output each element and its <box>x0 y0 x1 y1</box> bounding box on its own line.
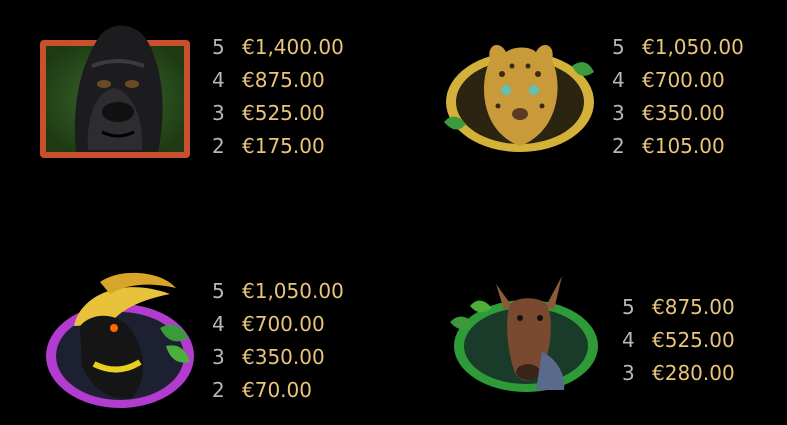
okapi-icon <box>446 266 606 396</box>
pay-row: 3 €350.00 <box>612 102 725 124</box>
pay-row: 4 €875.00 <box>212 69 325 91</box>
symbol-count: 3 <box>612 101 625 125</box>
pay-row: 4 €525.00 <box>622 329 735 351</box>
pay-row: 3 €280.00 <box>622 362 735 384</box>
hornbill-icon <box>40 266 200 416</box>
payout-amount: €70.00 <box>242 378 312 402</box>
symbol-count: 5 <box>622 295 635 319</box>
symbol-count: 2 <box>612 134 625 158</box>
symbol-count: 2 <box>212 378 225 402</box>
symbol-count: 4 <box>212 312 225 336</box>
payout-amount: €875.00 <box>242 68 325 92</box>
pay-row: 5 €1,050.00 <box>212 280 344 302</box>
payout-amount: €175.00 <box>242 134 325 158</box>
pay-row: 5 €1,050.00 <box>612 36 744 58</box>
payout-amount: €350.00 <box>642 101 725 125</box>
payout-amount: €525.00 <box>242 101 325 125</box>
symbol-count: 5 <box>612 35 625 59</box>
pay-row: 4 €700.00 <box>612 69 725 91</box>
payout-amount: €350.00 <box>242 345 325 369</box>
payout-amount: €105.00 <box>642 134 725 158</box>
symbol-count: 3 <box>212 345 225 369</box>
pay-row: 4 €700.00 <box>212 313 325 335</box>
symbol-count: 4 <box>612 68 625 92</box>
pay-row: 5 €875.00 <box>622 296 735 318</box>
symbol-count: 5 <box>212 279 225 303</box>
symbol-count: 4 <box>212 68 225 92</box>
gorilla-icon <box>36 12 194 162</box>
payout-amount: €700.00 <box>242 312 325 336</box>
payout-amount: €1,400.00 <box>242 35 344 59</box>
payout-amount: €1,050.00 <box>242 279 344 303</box>
symbol-count: 5 <box>212 35 225 59</box>
payout-amount: €700.00 <box>642 68 725 92</box>
symbol-count: 3 <box>622 361 635 385</box>
payout-amount: €875.00 <box>652 295 735 319</box>
pay-row: 2 €105.00 <box>612 135 725 157</box>
pay-row: 5 €1,400.00 <box>212 36 344 58</box>
payout-amount: €280.00 <box>652 361 735 385</box>
pay-row: 3 €350.00 <box>212 346 325 368</box>
leopard-icon <box>440 36 600 158</box>
symbol-count: 2 <box>212 134 225 158</box>
pay-row: 2 €70.00 <box>212 379 312 401</box>
pay-row: 3 €525.00 <box>212 102 325 124</box>
pay-row: 2 €175.00 <box>212 135 325 157</box>
symbol-count: 4 <box>622 328 635 352</box>
symbol-count: 3 <box>212 101 225 125</box>
payout-amount: €1,050.00 <box>642 35 744 59</box>
payout-amount: €525.00 <box>652 328 735 352</box>
